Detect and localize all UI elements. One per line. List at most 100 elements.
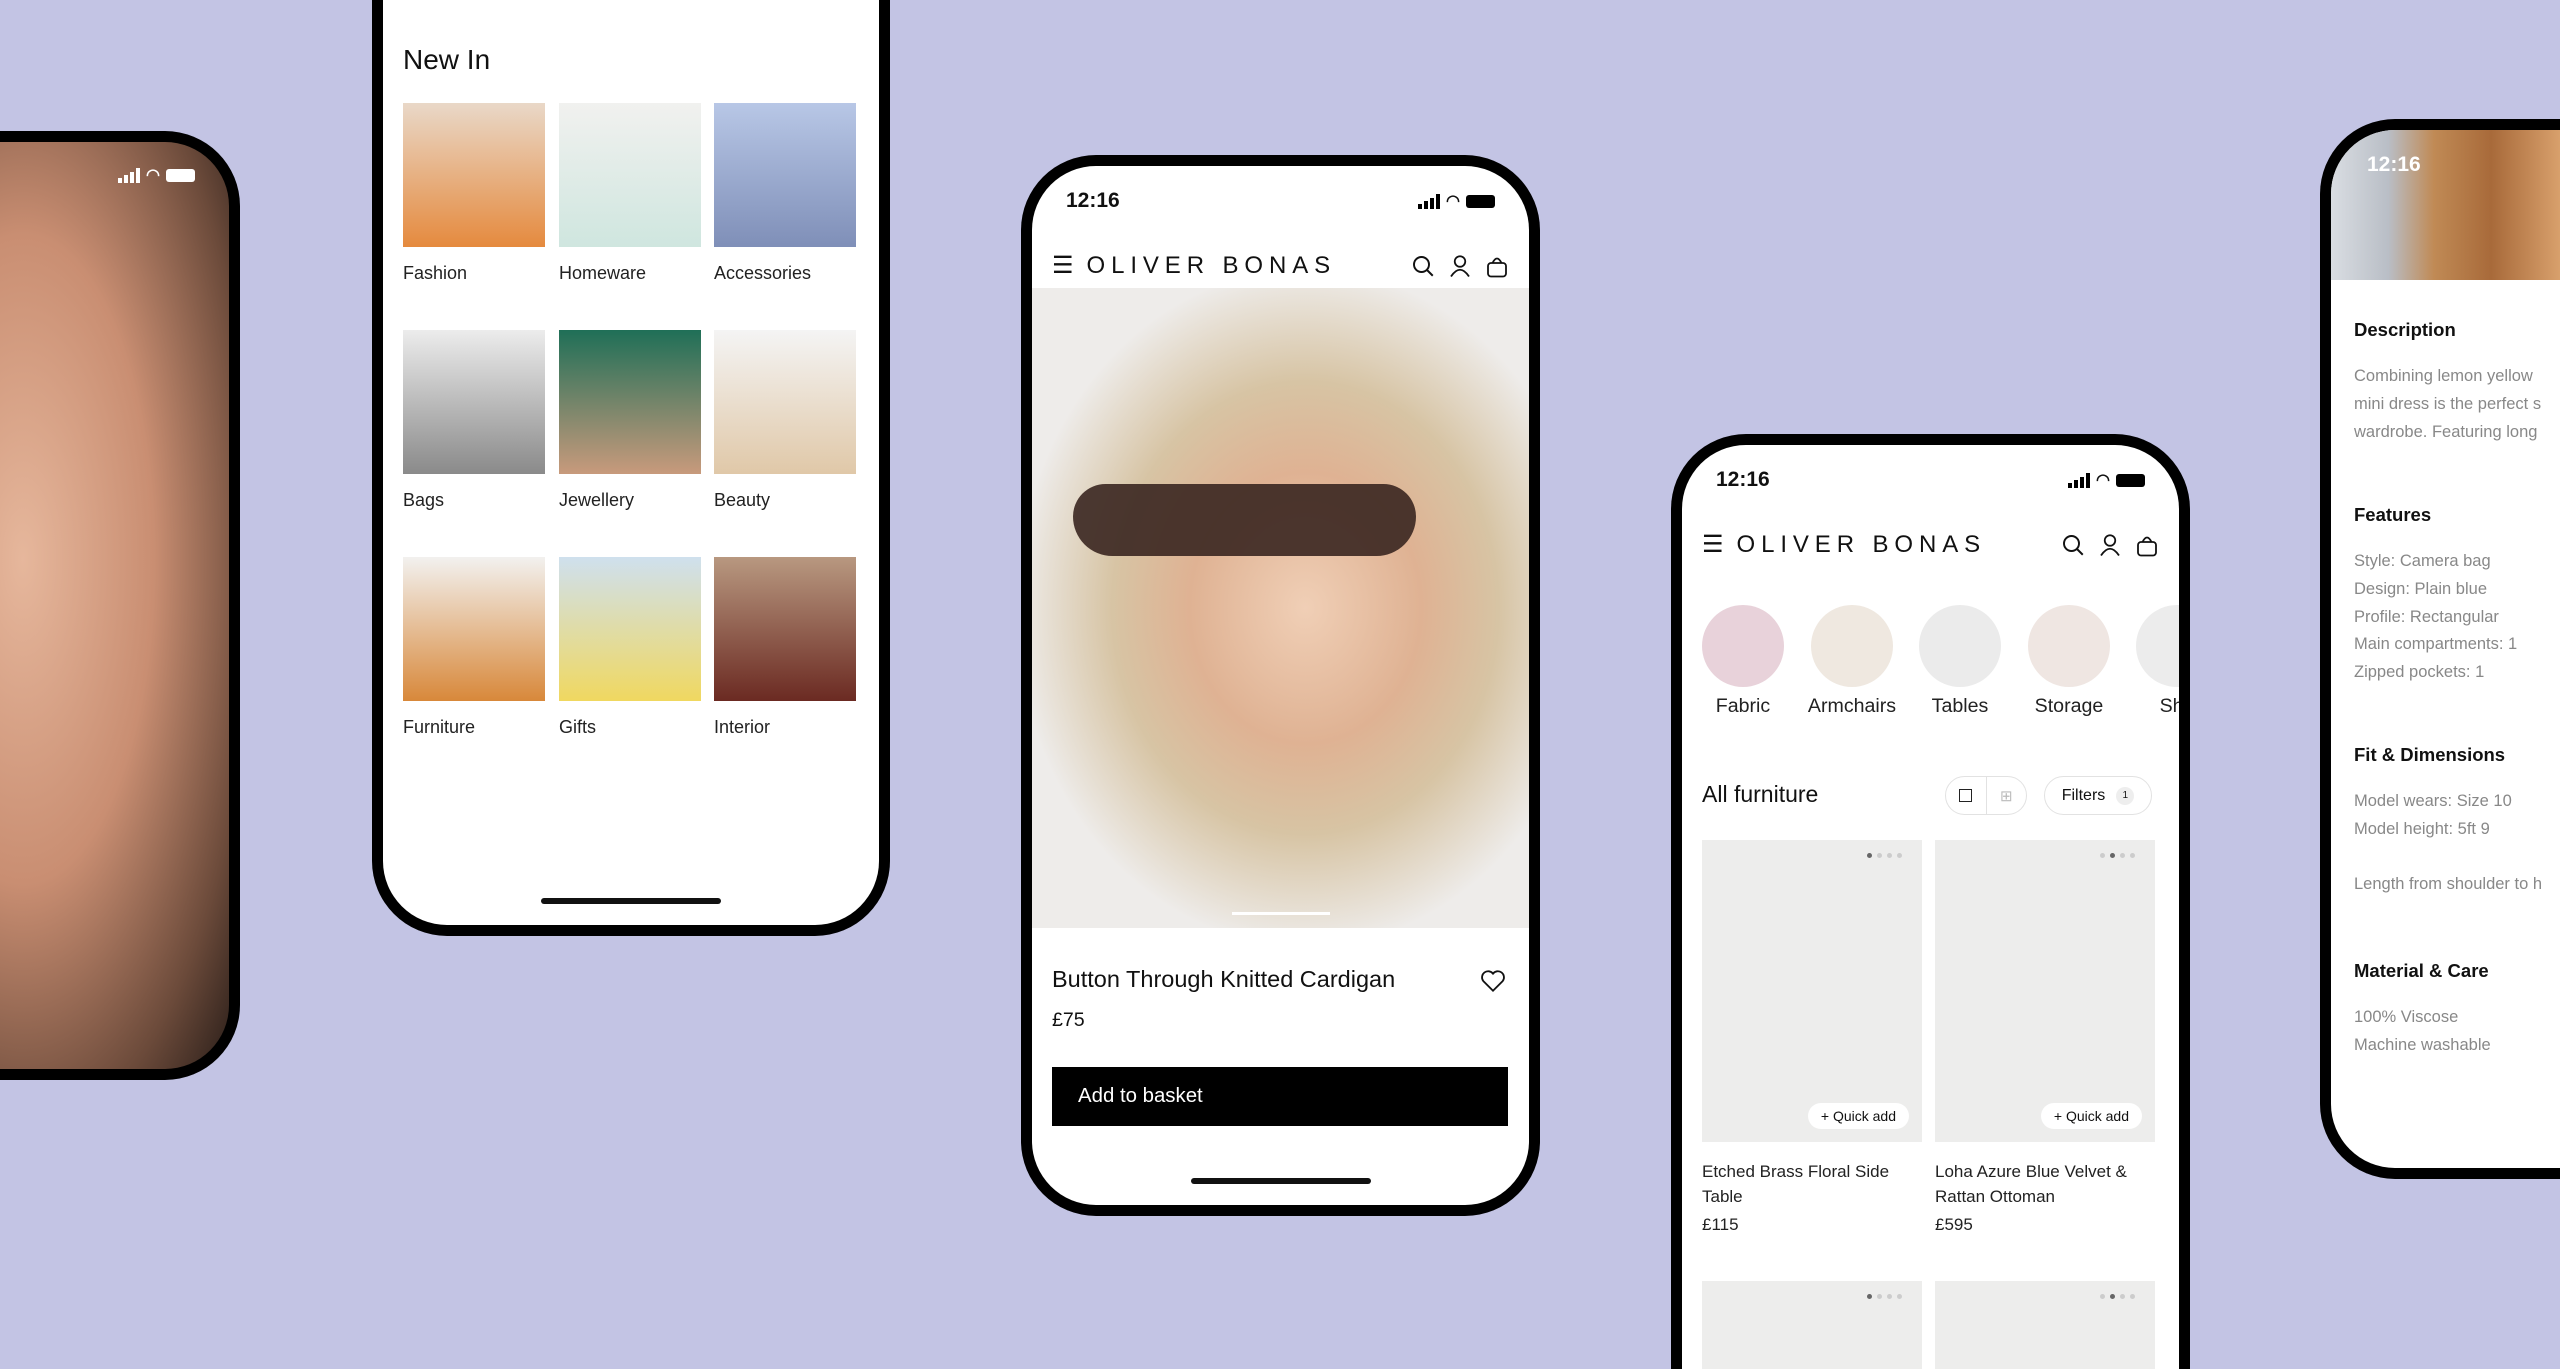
category-label[interactable]: Accessories xyxy=(714,263,811,284)
image-carousel-dots xyxy=(1867,853,1902,858)
filters-button[interactable]: Filters 1 xyxy=(2044,776,2152,815)
account-icon[interactable] xyxy=(1448,254,1472,278)
add-to-basket-button[interactable]: Add to basket xyxy=(1052,1067,1508,1126)
status-time: 12:16 xyxy=(2367,153,2421,176)
app-header: ☰ OLIVER BONAS xyxy=(1052,251,1509,280)
menu-icon[interactable]: ☰ xyxy=(1052,251,1074,280)
section-text: Profile: Rectangular xyxy=(2354,608,2499,626)
section-heading: Material & Care xyxy=(2354,960,2489,981)
product-price: £595 xyxy=(1935,1215,1973,1234)
phone-furniture: 12:16 ◠ ☰ OLIVER BONAS Fabric Armchairs Ta… xyxy=(1671,434,2190,1369)
home-indicator xyxy=(541,898,721,904)
signal-icon xyxy=(118,167,141,183)
wifi-icon: ◠ xyxy=(146,167,160,184)
section-text xyxy=(2354,844,2554,872)
section-heading: Description xyxy=(2354,319,2456,340)
section-text: Machine washable xyxy=(2354,1036,2491,1054)
brand-logo[interactable]: OLIVER BONAS xyxy=(1737,531,2061,559)
sunglasses xyxy=(1073,484,1416,556)
filters-count-badge: 1 xyxy=(2116,786,2135,805)
section-text: Zipped pockets: 1 xyxy=(2354,663,2485,681)
category-tile[interactable] xyxy=(403,103,545,247)
category-circle[interactable] xyxy=(2028,605,2110,687)
menu-icon[interactable]: ☰ xyxy=(1702,530,1724,559)
product-title: Button Through Knitted Cardigan xyxy=(1052,966,1396,992)
product-hero-image[interactable] xyxy=(1032,288,1529,928)
category-label[interactable]: Armchairs xyxy=(1795,695,1909,718)
category-label[interactable]: Beauty xyxy=(714,490,770,511)
category-tile[interactable] xyxy=(714,557,856,701)
phone-new-in: New In Fashion Homeware Accessories Bags Jew… xyxy=(372,0,890,936)
page-title: New In xyxy=(403,44,491,75)
section-text: Style: Camera bag xyxy=(2354,552,2491,570)
category-label[interactable]: Homeware xyxy=(559,263,646,284)
phone-product: 12:16 ◠ ☰ OLIVER BONAS Button Through Kn… xyxy=(1021,155,1540,1216)
product-name[interactable]: Loha Azure Blue Velvet & Rattan Ottoman xyxy=(1935,1159,2150,1209)
product-price: £75 xyxy=(1052,1009,1085,1031)
category-label[interactable]: Bags xyxy=(403,490,444,511)
image-carousel-dots xyxy=(1867,1294,1902,1299)
battery-icon xyxy=(2116,473,2145,487)
category-label[interactable]: Storage xyxy=(2012,695,2126,718)
category-circle[interactable] xyxy=(1919,605,2001,687)
battery-icon xyxy=(166,168,195,182)
product-card-image[interactable]: + Quick add xyxy=(1702,840,1922,1142)
section-text: Model height: 5ft 9 xyxy=(2354,820,2490,838)
single-view-icon[interactable] xyxy=(1946,777,1987,814)
product-card-image[interactable] xyxy=(1935,1281,2155,1369)
category-tile[interactable] xyxy=(559,557,701,701)
view-toggle[interactable]: ⊞ xyxy=(1945,776,2027,815)
search-icon[interactable] xyxy=(2061,533,2085,557)
section-text: Design: Plain blue xyxy=(2354,580,2487,598)
wifi-icon: ◠ xyxy=(2096,472,2110,489)
wifi-icon: ◠ xyxy=(1446,193,1460,210)
category-label[interactable]: Fashion xyxy=(403,263,467,284)
section-text: 100% Viscose xyxy=(2354,1008,2459,1026)
category-circle[interactable] xyxy=(1811,605,1893,687)
quick-add-button[interactable]: + Quick add xyxy=(1807,1103,1909,1129)
category-label[interactable]: She xyxy=(2120,695,2179,718)
category-label[interactable]: Gifts xyxy=(559,717,596,738)
basket-icon[interactable] xyxy=(2135,533,2159,557)
brand-logo[interactable]: OLIVER BONAS xyxy=(1087,252,1411,280)
category-tile[interactable] xyxy=(559,103,701,247)
quick-add-button[interactable]: + Quick add xyxy=(2040,1103,2142,1129)
search-icon[interactable] xyxy=(1411,254,1435,278)
account-icon[interactable] xyxy=(2098,533,2122,557)
signal-icon xyxy=(1418,193,1441,209)
category-label[interactable]: Fabric xyxy=(1686,695,1800,718)
app-header: ☰ OLIVER BONAS xyxy=(1702,530,2159,559)
category-tile[interactable] xyxy=(714,330,856,474)
product-price: £115 xyxy=(1702,1215,1739,1234)
signal-icon xyxy=(2068,472,2091,488)
phone-photo: ◠ xyxy=(0,131,240,1080)
image-carousel-dots xyxy=(2100,853,2135,858)
status-time: 12:16 xyxy=(1066,189,1120,212)
category-tile[interactable] xyxy=(714,103,856,247)
section-text: Length from shoulder to h xyxy=(2354,875,2543,893)
basket-icon[interactable] xyxy=(1485,254,1509,278)
heart-icon[interactable] xyxy=(1480,968,1506,994)
category-label[interactable]: Jewellery xyxy=(559,490,634,511)
category-tile[interactable] xyxy=(403,557,545,701)
category-tile[interactable] xyxy=(403,330,545,474)
category-circle[interactable] xyxy=(1702,605,1784,687)
category-label[interactable]: Furniture xyxy=(403,717,475,738)
section-text: wardrobe. Featuring long xyxy=(2354,423,2538,441)
product-card-image[interactable] xyxy=(1702,1281,1922,1369)
grid-view-icon[interactable]: ⊞ xyxy=(1987,777,2027,814)
section-heading: Fit & Dimensions xyxy=(2354,744,2506,765)
category-label[interactable]: Interior xyxy=(714,717,770,738)
product-name[interactable]: Etched Brass Floral Side Table xyxy=(1702,1159,1917,1209)
section-text: Main compartments: 1 xyxy=(2354,635,2518,653)
section-text: Combining lemon yellow xyxy=(2354,367,2533,385)
category-label[interactable]: Tables xyxy=(1903,695,2017,718)
image-carousel-dots xyxy=(2100,1294,2135,1299)
filters-label: Filters xyxy=(2061,786,2106,804)
category-tile[interactable] xyxy=(559,330,701,474)
section-heading: All furniture xyxy=(1702,781,1819,807)
category-circle[interactable] xyxy=(2136,605,2179,687)
section-heading: Features xyxy=(2354,504,2432,525)
product-card-image[interactable]: + Quick add xyxy=(1935,840,2155,1142)
model-photo: ◠ xyxy=(0,142,229,1069)
